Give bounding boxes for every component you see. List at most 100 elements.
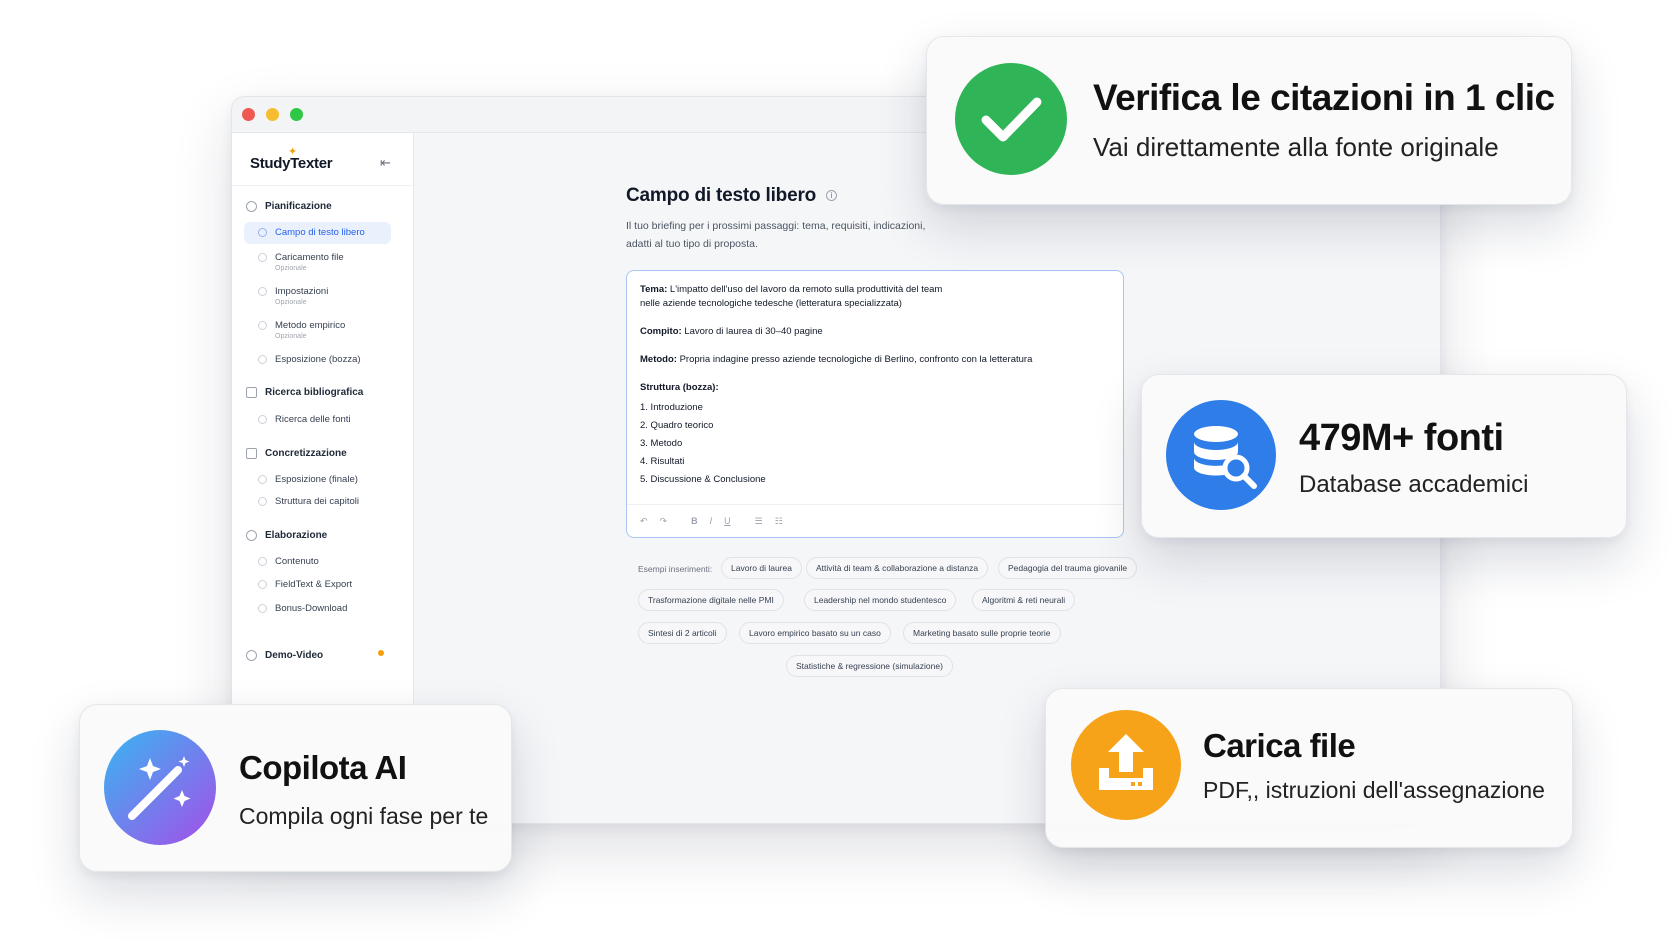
numbered-list-icon[interactable]: ☷ [775,516,783,527]
upload-icon [1099,734,1153,790]
tema-label: Tema: [640,284,668,295]
sidebar-item-label: Caricamento file [275,252,344,263]
sidebar-item-esposizione-finale[interactable]: Esposizione (finale) [258,474,358,485]
example-chip[interactable]: Trasformazione digitale nelle PMI [638,589,784,611]
check-icon [981,97,1042,142]
step-circle-icon [258,604,267,613]
list-item: 2. Quadro teorico [640,420,714,431]
feature-card-sources: 479M+ fonti Database accademici [1141,374,1627,538]
example-chip[interactable]: Leadership nel mondo studentesco [804,589,957,611]
example-chip[interactable]: Sintesi di 2 articoli [638,622,727,644]
target-icon [246,201,257,212]
sidebar-item-label: Impostazioni [275,286,329,297]
list-item: 5. Discussione & Conclusione [640,474,766,485]
sidebar-item-ricerca-delle-fonti[interactable]: Ricerca delle fonti [258,414,351,425]
citations-title: Verifica le citazioni in 1 clic [1093,77,1555,118]
list-item: 4. Risultati [640,456,685,467]
bullet-list-icon[interactable]: ☰ [755,516,763,527]
sidebar-item-esposizione-bozza[interactable]: Esposizione (bozza) [258,354,361,365]
close-window-button[interactable] [242,108,255,121]
minimize-window-button[interactable] [266,108,279,121]
copilot-title: Copilota AI [239,749,407,786]
info-icon[interactable]: i [826,190,837,201]
upload-circle [1071,710,1181,820]
step-circle-icon [258,253,267,262]
brand-logo[interactable]: StudyTexter [250,155,333,172]
compito-text: Lavoro di laurea di 30–40 pagine [684,326,823,337]
step-circle-icon [258,355,267,364]
page-description: Il tuo briefing per i prossimi passaggi:… [626,220,926,250]
italic-button[interactable]: I [710,516,713,527]
sidebar-item-metodo-empirico[interactable]: Metodo empirico Opzionale [258,320,345,340]
examples-label: Esempi inserimenti: [638,564,713,574]
sidebar-item-campo-di-testo-libero[interactable]: Campo di testo libero [244,222,391,244]
step-circle-icon [258,475,267,484]
sources-circle [1166,400,1276,510]
step-circle-icon [258,228,267,237]
sidebar-divider [232,185,413,186]
library-icon [246,387,257,398]
sidebar-section-concretizzazione[interactable]: Concretizzazione [246,448,347,459]
example-chip[interactable]: Marketing basato sulle proprie teorie [903,622,1061,644]
zoom-window-button[interactable] [290,108,303,121]
compito-label: Compito: [640,326,682,337]
metodo-label: Metodo: [640,354,677,365]
briefing-editor[interactable]: Tema: L'impatto dell'uso del lavoro da r… [626,270,1124,538]
magic-wand-icon [128,756,191,820]
sidebar-item-label: Campo di testo libero [275,227,365,238]
page-title: Campo di testo libero [626,185,817,206]
struttura-label: Struttura (bozza): [640,382,719,393]
example-chip[interactable]: Attività di team & collaborazione a dist… [806,557,989,579]
sidebar-section-label: Demo-Video [265,650,324,661]
redo-icon[interactable]: ↷ [660,516,668,527]
step-circle-icon [258,287,267,296]
bold-button[interactable]: B [691,516,698,527]
editor-toolbar-divider [627,504,1123,505]
feature-card-upload: Carica file PDF,, istruzioni dell'assegn… [1045,688,1573,848]
copilot-subtitle: Compila ogni fase per te [239,803,489,829]
sidebar-section-pianificazione[interactable]: Pianificazione [246,201,332,212]
optional-tag: Opzionale [275,299,307,306]
example-chip[interactable]: Pedagogia del trauma giovanile [998,557,1138,579]
sidebar-item-struttura-dei-capitoli[interactable]: Struttura dei capitoli [258,496,359,507]
list-item: 3. Metodo [640,438,683,449]
tema-text: L'impatto dell'uso del lavoro da remoto … [669,284,943,295]
step-circle-icon [258,557,267,566]
demo-video-badge [378,650,384,656]
sidebar-section-demo-video[interactable]: Demo-Video [246,650,323,661]
sidebar-item-fieldtext-export[interactable]: FieldText & Export [258,579,352,590]
feature-card-citations: Verifica le citazioni in 1 clic Vai dire… [926,36,1572,205]
sources-subtitle: Database accademici [1299,471,1529,498]
optional-tag: Opzionale [275,333,307,340]
sidebar-item-contenuto[interactable]: Contenuto [258,556,319,567]
citations-circle [955,63,1067,175]
editor-content[interactable]: Tema: L'impatto dell'uso del lavoro da r… [640,283,1110,489]
sidebar-section-label: Ricerca bibliografica [265,387,364,398]
tema-text-continued: nelle aziende tecnologiche tedesche (let… [640,298,902,309]
sidebar-section-label: Pianificazione [265,201,332,212]
sidebar-section-ricerca-bibliografica[interactable]: Ricerca bibliografica [246,387,363,398]
step-circle-icon [258,580,267,589]
collapse-sidebar-icon[interactable]: ⇤ [380,155,391,171]
struttura-list: 1. Introduzione 2. Quadro teorico 3. Met… [640,399,1110,489]
sidebar-item-label: Esposizione (bozza) [275,354,361,365]
sidebar-item-label: Struttura dei capitoli [275,496,359,507]
feature-card-copilot: Copilota AI Compila ogni fase per te [79,704,512,872]
undo-icon[interactable]: ↶ [640,516,648,527]
sidebar-item-caricamento-file[interactable]: Caricamento file Opzionale [258,252,344,272]
underline-button[interactable]: U [724,516,731,527]
example-chip[interactable]: Algoritmi & reti neurali [972,589,1076,611]
sidebar-section-elaborazione[interactable]: Elaborazione [246,530,327,541]
example-chip[interactable]: Statistiche & regressione (simulazione) [786,655,953,677]
example-chip[interactable]: Lavoro di laurea [721,557,802,579]
sidebar-item-impostazioni[interactable]: Impostazioni Opzionale [258,286,328,306]
sidebar-item-label: Esposizione (finale) [275,474,358,485]
example-chip[interactable]: Lavoro empirico basato su un caso [739,622,891,644]
sidebar-item-bonus-download[interactable]: Bonus-Download [258,603,347,614]
step-circle-icon [258,497,267,506]
play-icon [246,650,257,661]
sidebar-item-label: Bonus-Download [275,603,348,614]
sidebar-item-label: Ricerca delle fonti [275,414,351,425]
copilot-circle [104,730,216,845]
upload-subtitle: PDF,, istruzioni dell'assegnazione [1203,777,1545,803]
